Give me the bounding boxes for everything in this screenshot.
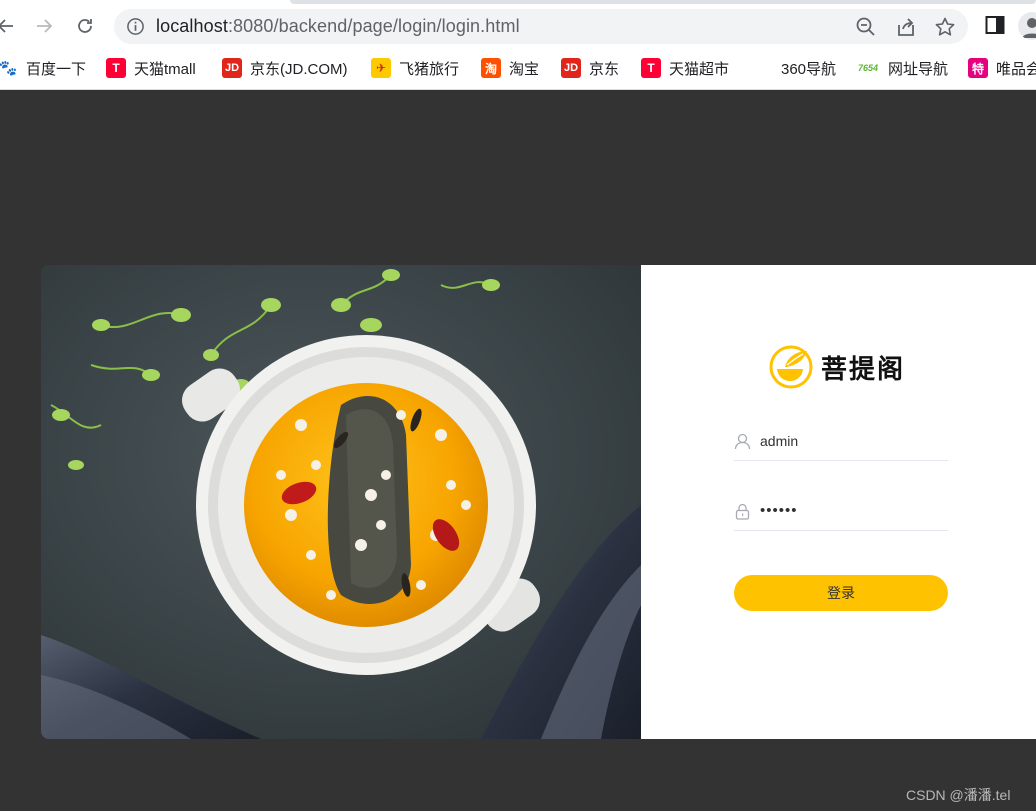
7654-icon: 7654: [857, 63, 879, 73]
side-panel-icon[interactable]: [984, 14, 1006, 36]
reload-button[interactable]: [71, 12, 99, 40]
tmall-icon: T: [641, 58, 661, 78]
password-value[interactable]: ••••••: [760, 502, 798, 519]
password-field[interactable]: ••••••: [734, 497, 948, 531]
username-field[interactable]: admin: [734, 427, 948, 461]
star-icon[interactable]: [934, 16, 956, 38]
tab-strip: [290, 0, 1036, 4]
bookmarks-bar: 🐾 百度一下 T 天猫tmall JD 京东(JD.COM) ✈ 飞猪旅行 淘 …: [0, 52, 1036, 84]
bookmark-360[interactable]: 360导航: [781, 56, 836, 80]
jd-icon: JD: [222, 58, 242, 78]
login-card: 菩提阁 admin •••••• 登录: [41, 265, 1036, 739]
leaf-bowl-logo-icon: [769, 345, 813, 389]
zoom-out-icon[interactable]: [855, 16, 877, 38]
tmall-icon: T: [106, 58, 126, 78]
bookmark-label: 飞猪旅行: [399, 60, 460, 78]
bookmark-label: 天猫超市: [669, 60, 730, 78]
browser-chrome: localhost:8080/backend/page/login/login.…: [0, 0, 1036, 90]
bookmark-fliggy[interactable]: ✈ 飞猪旅行: [371, 56, 459, 80]
brand-logo: 菩提阁: [769, 345, 905, 389]
bookmark-label: 天猫tmall: [134, 60, 196, 78]
lock-icon: [735, 503, 750, 520]
divider: [0, 89, 1036, 90]
profile-icon: [1022, 18, 1036, 38]
user-icon: [734, 433, 751, 450]
forward-button[interactable]: [30, 12, 58, 40]
address-bar[interactable]: localhost:8080/backend/page/login/login.…: [114, 9, 968, 44]
bookmark-label: 淘宝: [509, 60, 540, 78]
bookmark-tmall[interactable]: T 天猫tmall: [106, 56, 196, 80]
url-text[interactable]: localhost:8080/backend/page/login/login.…: [156, 16, 520, 37]
bookmark-label: 百度一下: [26, 60, 87, 78]
bookmark-label: 360导航: [781, 60, 837, 78]
bookmark-label: 唯品会: [996, 60, 1036, 78]
bookmark-7654[interactable]: 7654 网址导航: [856, 56, 948, 80]
login-button[interactable]: 登录: [734, 575, 948, 611]
vip-icon: 特: [968, 58, 988, 78]
fliggy-icon: ✈: [371, 58, 391, 78]
reload-icon: [78, 19, 92, 33]
arrow-right-icon: [37, 19, 53, 33]
bookmark-label: 京东: [589, 60, 620, 78]
soup-bowl-image: [41, 265, 641, 739]
login-panel: 菩提阁 admin •••••• 登录: [641, 265, 1036, 739]
jd-icon: JD: [561, 58, 581, 78]
bookmark-label: 京东(JD.COM): [250, 60, 348, 78]
bookmark-jd[interactable]: JD 京东: [561, 56, 619, 80]
bookmark-jd-com[interactable]: JD 京东(JD.COM): [222, 56, 348, 80]
bookmark-vip[interactable]: 特 唯品会: [968, 56, 1036, 80]
bookmark-tmall-supermarket[interactable]: T 天猫超市: [641, 56, 729, 80]
bookmark-label: 网址导航: [888, 60, 949, 78]
share-icon[interactable]: [895, 16, 917, 38]
info-icon[interactable]: [126, 17, 145, 36]
taobao-icon: 淘: [481, 58, 501, 78]
back-button[interactable]: [0, 12, 20, 40]
csdn-watermark: CSDN @潘潘.tel: [906, 787, 1011, 803]
food-photo: [41, 265, 641, 739]
bookmark-taobao[interactable]: 淘 淘宝: [481, 56, 539, 80]
username-value[interactable]: admin: [760, 433, 798, 449]
brand-name: 菩提阁: [821, 354, 906, 385]
bookmark-baidu[interactable]: 🐾 百度一下: [0, 56, 86, 80]
profile-avatar[interactable]: [1018, 12, 1036, 40]
arrow-left-icon: [0, 19, 13, 33]
baidu-paw-icon: 🐾: [0, 60, 18, 77]
